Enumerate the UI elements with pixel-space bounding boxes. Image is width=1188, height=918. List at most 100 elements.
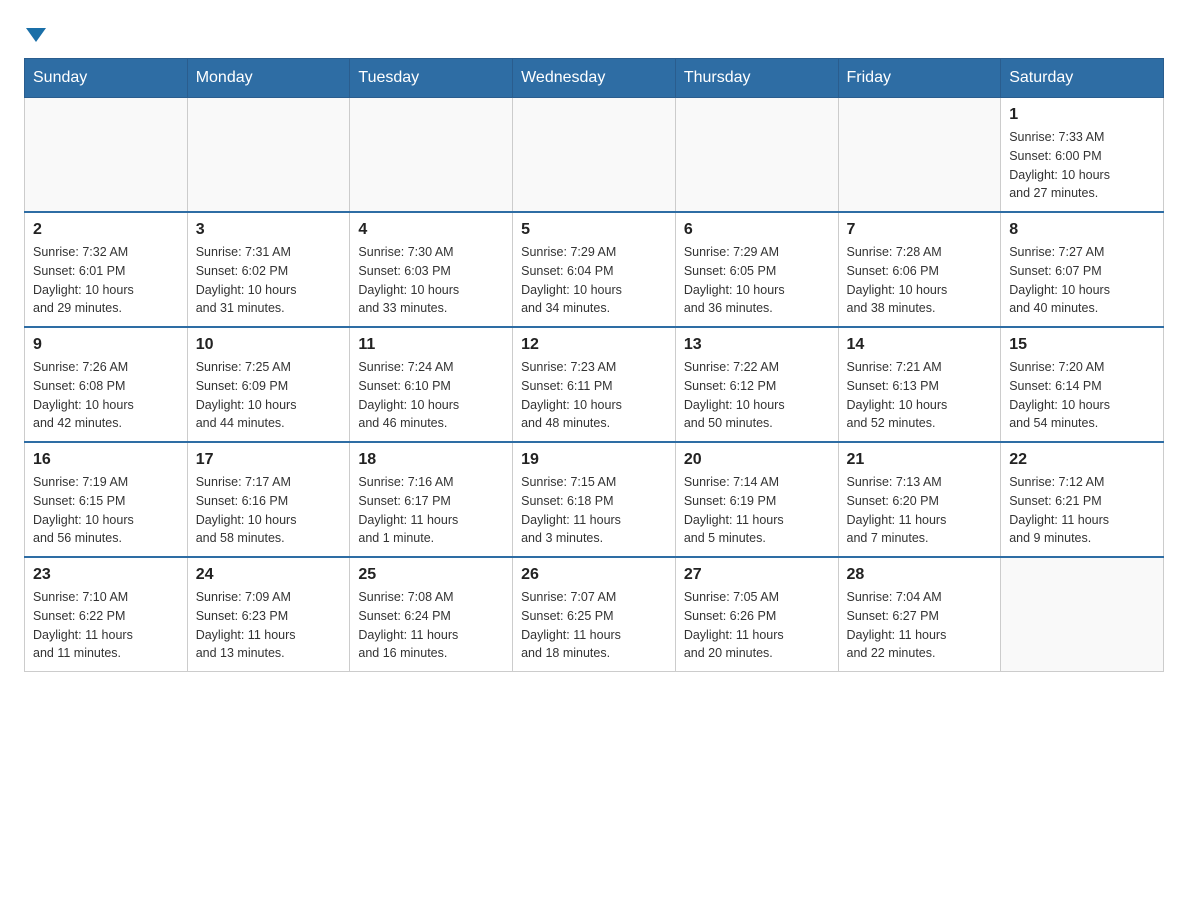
weekday-header-wednesday: Wednesday [513,59,676,98]
day-info: Sunrise: 7:08 AMSunset: 6:24 PMDaylight:… [358,588,504,663]
calendar-cell: 27 Sunrise: 7:05 AMSunset: 6:26 PMDayligh… [675,557,838,672]
calendar-cell [838,98,1001,213]
day-number: 2 [33,221,179,239]
calendar-cell: 21Sunrise: 7:13 AMSunset: 6:20 PMDayligh… [838,442,1001,557]
calendar-cell: 12 Sunrise: 7:23 AMSunset: 6:11 PMDayligh… [513,327,676,442]
calendar-cell: 2 Sunrise: 7:32 AMSunset: 6:01 PMDaylight… [25,212,188,327]
calendar-cell [1001,557,1164,672]
day-number: 26 [521,566,667,584]
day-info: Sunrise: 7:04 AMSunset: 6:27 PMDaylight:… [847,588,993,663]
day-info: Sunrise: 7:15 AMSunset: 6:18 PMDaylight:… [521,473,667,548]
day-number: 13 [684,336,830,354]
calendar-cell [513,98,676,213]
day-number: 27 [684,566,830,584]
weekday-header-tuesday: Tuesday [350,59,513,98]
weekday-header-thursday: Thursday [675,59,838,98]
calendar-cell: 24 Sunrise: 7:09 AMSunset: 6:23 PMDayligh… [187,557,350,672]
day-info: Sunrise: 7:05 AMSunset: 6:26 PMDaylight:… [684,588,830,663]
day-info: Sunrise: 7:31 AMSunset: 6:02 PMDaylight:… [196,243,342,318]
day-info: Sunrise: 7:19 AMSunset: 6:15 PMDaylight:… [33,473,179,548]
day-info: Sunrise: 7:23 AMSunset: 6:11 PMDaylight:… [521,358,667,433]
day-number: 7 [847,221,993,239]
day-number: 4 [358,221,504,239]
calendar-cell [675,98,838,213]
calendar-cell [187,98,350,213]
day-number: 20 [684,451,830,469]
page-header [24,24,1164,42]
calendar-cell: 8Sunrise: 7:27 AMSunset: 6:07 PMDaylight… [1001,212,1164,327]
calendar-cell: 26Sunrise: 7:07 AMSunset: 6:25 PMDayligh… [513,557,676,672]
day-info: Sunrise: 7:12 AMSunset: 6:21 PMDaylight:… [1009,473,1155,548]
calendar-cell: 5Sunrise: 7:29 AMSunset: 6:04 PMDaylight… [513,212,676,327]
calendar-cell [350,98,513,213]
day-info: Sunrise: 7:24 AMSunset: 6:10 PMDaylight:… [358,358,504,433]
calendar-cell: 9 Sunrise: 7:26 AMSunset: 6:08 PMDaylight… [25,327,188,442]
day-number: 11 [358,336,504,354]
day-info: Sunrise: 7:20 AMSunset: 6:14 PMDaylight:… [1009,358,1155,433]
day-number: 24 [196,566,342,584]
calendar-cell [25,98,188,213]
day-info: Sunrise: 7:17 AMSunset: 6:16 PMDaylight:… [196,473,342,548]
day-info: Sunrise: 7:26 AMSunset: 6:08 PMDaylight:… [33,358,179,433]
day-info: Sunrise: 7:10 AMSunset: 6:22 PMDaylight:… [33,588,179,663]
calendar-cell: 28 Sunrise: 7:04 AMSunset: 6:27 PMDayligh… [838,557,1001,672]
calendar-cell: 10 Sunrise: 7:25 AMSunset: 6:09 PMDayligh… [187,327,350,442]
day-number: 21 [847,451,993,469]
weekday-header-monday: Monday [187,59,350,98]
logo [24,24,46,42]
day-number: 25 [358,566,504,584]
day-number: 10 [196,336,342,354]
day-number: 12 [521,336,667,354]
day-info: Sunrise: 7:16 AMSunset: 6:17 PMDaylight:… [358,473,504,548]
calendar-cell: 18 Sunrise: 7:16 AMSunset: 6:17 PMDayligh… [350,442,513,557]
calendar-cell: 4 Sunrise: 7:30 AMSunset: 6:03 PMDaylight… [350,212,513,327]
day-info: Sunrise: 7:09 AMSunset: 6:23 PMDaylight:… [196,588,342,663]
day-number: 9 [33,336,179,354]
calendar-cell: 1 Sunrise: 7:33 AMSunset: 6:00 PMDaylight… [1001,98,1164,213]
calendar-cell: 6 Sunrise: 7:29 AMSunset: 6:05 PMDaylight… [675,212,838,327]
calendar-cell: 3 Sunrise: 7:31 AMSunset: 6:02 PMDaylight… [187,212,350,327]
weekday-header-friday: Friday [838,59,1001,98]
day-number: 3 [196,221,342,239]
calendar-cell: 11 Sunrise: 7:24 AMSunset: 6:10 PMDayligh… [350,327,513,442]
calendar-week-row: 23 Sunrise: 7:10 AMSunset: 6:22 PMDayligh… [25,557,1164,672]
day-number: 28 [847,566,993,584]
day-info: Sunrise: 7:22 AMSunset: 6:12 PMDaylight:… [684,358,830,433]
day-info: Sunrise: 7:29 AMSunset: 6:05 PMDaylight:… [684,243,830,318]
day-number: 14 [847,336,993,354]
day-number: 19 [521,451,667,469]
calendar-cell: 23 Sunrise: 7:10 AMSunset: 6:22 PMDayligh… [25,557,188,672]
day-info: Sunrise: 7:14 AMSunset: 6:19 PMDaylight:… [684,473,830,548]
calendar-cell: 13 Sunrise: 7:22 AMSunset: 6:12 PMDayligh… [675,327,838,442]
calendar-cell: 19 Sunrise: 7:15 AMSunset: 6:18 PMDayligh… [513,442,676,557]
calendar-cell: 16 Sunrise: 7:19 AMSunset: 6:15 PMDayligh… [25,442,188,557]
calendar-table: SundayMondayTuesdayWednesdayThursdayFrid… [24,58,1164,672]
weekday-header-saturday: Saturday [1001,59,1164,98]
day-number: 1 [1009,106,1155,124]
weekday-header-sunday: Sunday [25,59,188,98]
calendar-header-row: SundayMondayTuesdayWednesdayThursdayFrid… [25,59,1164,98]
day-number: 23 [33,566,179,584]
calendar-week-row: 2 Sunrise: 7:32 AMSunset: 6:01 PMDaylight… [25,212,1164,327]
day-info: Sunrise: 7:33 AMSunset: 6:00 PMDaylight:… [1009,128,1155,203]
calendar-cell: 25 Sunrise: 7:08 AMSunset: 6:24 PMDayligh… [350,557,513,672]
day-info: Sunrise: 7:27 AMSunset: 6:07 PMDaylight:… [1009,243,1155,318]
calendar-cell: 7 Sunrise: 7:28 AMSunset: 6:06 PMDaylight… [838,212,1001,327]
day-info: Sunrise: 7:32 AMSunset: 6:01 PMDaylight:… [33,243,179,318]
calendar-week-row: 16 Sunrise: 7:19 AMSunset: 6:15 PMDayligh… [25,442,1164,557]
calendar-cell: 20 Sunrise: 7:14 AMSunset: 6:19 PMDayligh… [675,442,838,557]
day-number: 18 [358,451,504,469]
day-number: 16 [33,451,179,469]
calendar-cell: 22Sunrise: 7:12 AMSunset: 6:21 PMDayligh… [1001,442,1164,557]
day-info: Sunrise: 7:25 AMSunset: 6:09 PMDaylight:… [196,358,342,433]
calendar-cell: 17 Sunrise: 7:17 AMSunset: 6:16 PMDayligh… [187,442,350,557]
logo-arrow-icon [26,28,46,42]
day-number: 17 [196,451,342,469]
day-info: Sunrise: 7:21 AMSunset: 6:13 PMDaylight:… [847,358,993,433]
calendar-week-row: 9 Sunrise: 7:26 AMSunset: 6:08 PMDaylight… [25,327,1164,442]
day-info: Sunrise: 7:28 AMSunset: 6:06 PMDaylight:… [847,243,993,318]
calendar-cell: 14 Sunrise: 7:21 AMSunset: 6:13 PMDayligh… [838,327,1001,442]
day-info: Sunrise: 7:30 AMSunset: 6:03 PMDaylight:… [358,243,504,318]
day-number: 5 [521,221,667,239]
day-number: 6 [684,221,830,239]
